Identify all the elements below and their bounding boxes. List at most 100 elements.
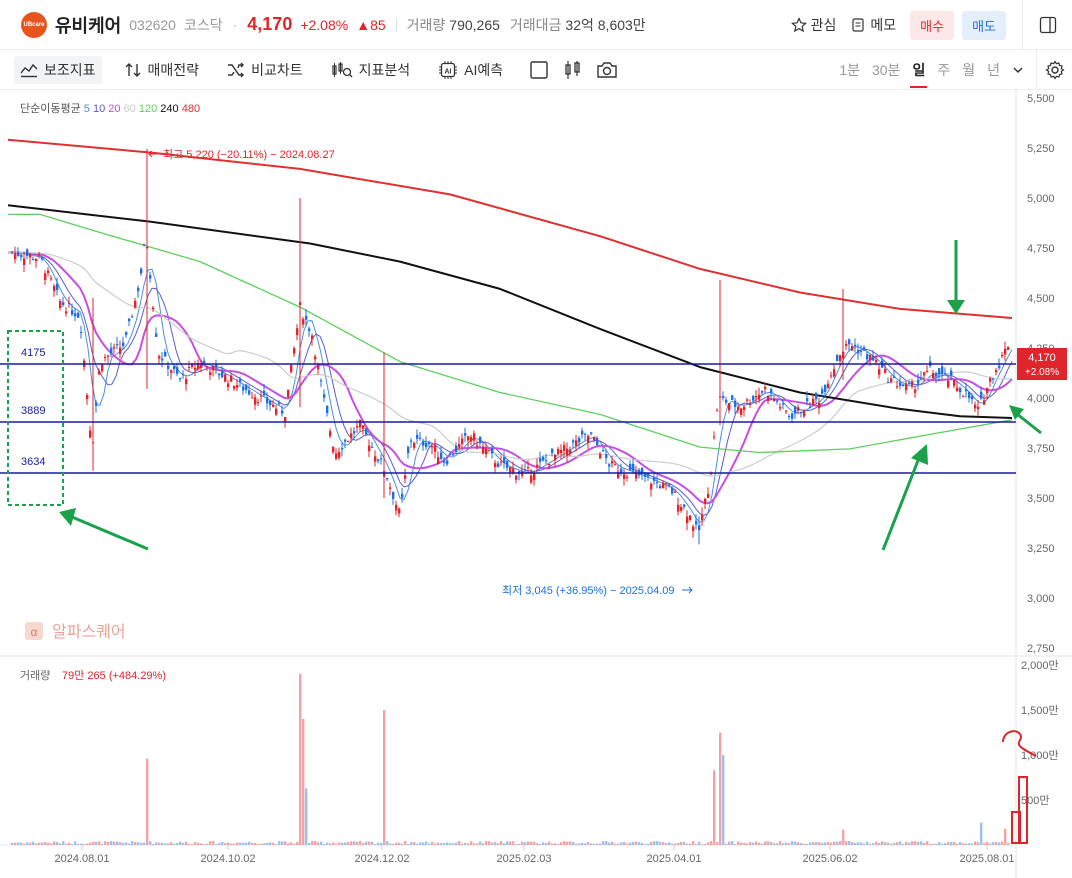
volume-bar — [635, 841, 638, 845]
watch-button[interactable]: 관심 — [790, 15, 836, 35]
volume-bar — [38, 842, 41, 845]
volume-bar — [953, 841, 956, 845]
candle-body — [701, 514, 704, 521]
candle-body — [188, 367, 191, 369]
ai-chip-icon: AI — [439, 60, 458, 79]
candle-body — [371, 446, 374, 448]
candle-body — [386, 477, 389, 480]
volume-bar — [356, 841, 359, 845]
volume-bar — [203, 844, 206, 845]
screenshot-button[interactable] — [593, 56, 621, 84]
candle-body — [236, 385, 239, 388]
volume-bar — [527, 841, 530, 845]
settings-button[interactable] — [1036, 50, 1072, 90]
candle-body — [395, 504, 398, 511]
memo-button[interactable]: 메모 — [850, 15, 896, 35]
candle-body — [248, 390, 251, 395]
volume-bar — [545, 842, 548, 845]
volume-bar — [365, 841, 368, 845]
volume-bar — [125, 842, 128, 845]
volume-bar — [512, 841, 515, 845]
checkbox-tool-button[interactable] — [525, 56, 553, 84]
volume-bar — [923, 842, 926, 845]
memo-icon — [852, 18, 864, 32]
volume-bar — [860, 842, 863, 845]
volume-tick-label: 2,000만 — [1021, 659, 1059, 672]
volume-bar — [794, 841, 797, 845]
candle-body — [899, 382, 902, 386]
candle-body — [425, 443, 428, 448]
volume-bar — [689, 843, 692, 845]
volume-bar — [263, 843, 266, 845]
indicator-tool[interactable]: 보조지표 — [14, 55, 102, 84]
candle-body — [734, 400, 737, 407]
volume-bar — [419, 842, 422, 845]
period-30min[interactable]: 30분 — [872, 50, 900, 90]
annotation-arrows — [59, 240, 1042, 551]
ai-predict-tool[interactable]: AI AI예측 — [432, 56, 509, 84]
volume-bar — [758, 842, 761, 845]
volume-bar — [902, 843, 905, 845]
candle-body — [206, 366, 209, 368]
candle-body — [365, 428, 368, 435]
volume-bar — [908, 842, 911, 845]
candle-body — [254, 397, 257, 405]
volume-bar — [326, 842, 329, 845]
candle-body — [407, 446, 410, 454]
compare-tool[interactable]: 비교차트 — [221, 56, 309, 84]
candle-body — [938, 368, 941, 375]
volume-bar — [779, 840, 782, 845]
candle-body — [569, 450, 572, 455]
volume-bar — [638, 842, 641, 845]
candle-body — [176, 367, 179, 374]
candle-body — [341, 448, 344, 450]
volume-bar — [521, 841, 524, 845]
candle-body — [431, 446, 434, 448]
candle-body — [527, 467, 530, 469]
volume-bar — [98, 841, 101, 845]
analysis-tool[interactable]: 지표분석 — [325, 56, 417, 84]
candle-body — [44, 273, 47, 280]
candle-type-button[interactable] — [559, 56, 587, 84]
candle-body — [860, 350, 863, 352]
candle-body — [26, 249, 29, 257]
candle-body — [767, 396, 770, 402]
candle-body — [827, 383, 830, 388]
period-week[interactable]: 주 — [937, 50, 950, 90]
candle-body — [524, 469, 527, 471]
candle-body — [773, 399, 776, 402]
volume-bar — [761, 843, 764, 845]
volume-bar — [143, 842, 146, 845]
volume-bar — [128, 843, 131, 845]
period-1min[interactable]: 1분 — [839, 50, 860, 90]
candle-body — [770, 389, 773, 394]
memo-label: 메모 — [870, 17, 897, 33]
buy-button[interactable]: 매수 — [910, 10, 955, 40]
volume-bar — [59, 843, 62, 845]
period-dropdown[interactable] — [1012, 50, 1024, 90]
volume-bar — [827, 842, 830, 845]
volume-bar — [704, 843, 707, 845]
volume-bar — [101, 844, 104, 845]
period-year[interactable]: 년 — [987, 50, 1000, 90]
price-chart[interactable]: 단순이동평균 5 10 20 60 120 240 480 5,500 5,250… — [0, 90, 1072, 878]
period-day[interactable]: 일 — [910, 50, 928, 90]
strategy-tool[interactable]: 매매전략 — [118, 56, 206, 84]
candle-body — [824, 384, 827, 392]
volume-bar — [506, 841, 509, 845]
sell-button[interactable]: 매도 — [962, 10, 1006, 40]
candle-body — [275, 408, 278, 415]
candle-body — [725, 399, 728, 403]
candle-body — [413, 442, 416, 448]
volume-bar — [803, 843, 806, 845]
volume-bar — [515, 844, 518, 845]
candle-body — [17, 251, 20, 257]
candle-body — [464, 433, 467, 436]
volume-bar — [992, 842, 995, 845]
period-month[interactable]: 월 — [962, 50, 975, 90]
volume-bar — [551, 843, 554, 845]
candle-body — [290, 364, 293, 372]
candle-body — [230, 375, 233, 382]
layout-toggle-button[interactable] — [1022, 0, 1072, 50]
volume-bar — [416, 843, 419, 845]
